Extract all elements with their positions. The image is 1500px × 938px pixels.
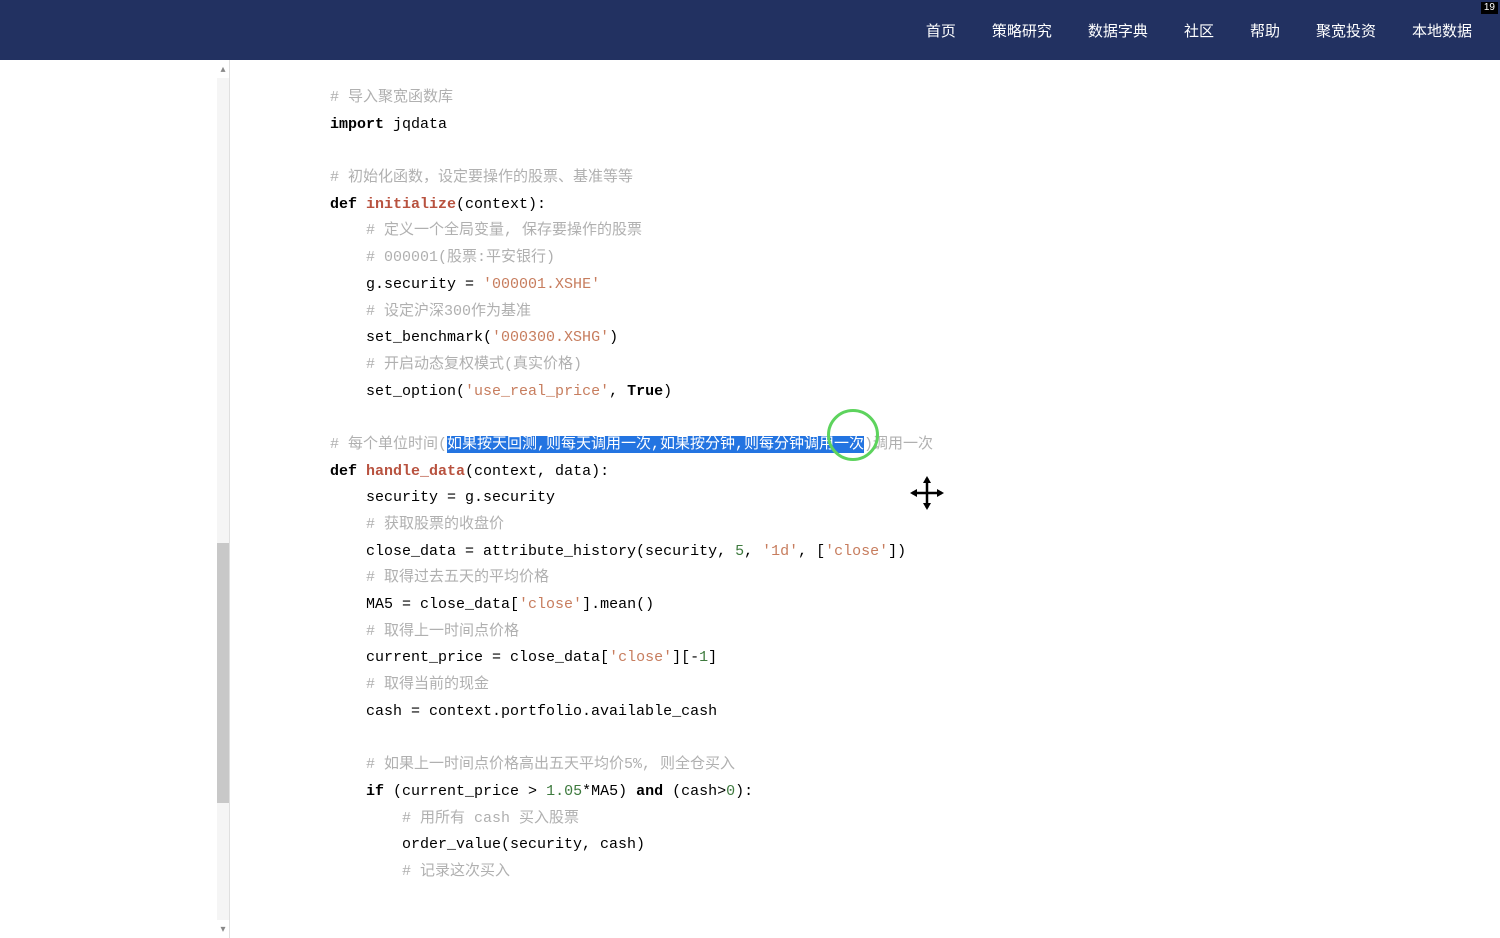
code-line[interactable]: set_benchmark('000300.XSHG') xyxy=(330,325,1500,352)
code-line[interactable]: # 000001(股票:平安银行) xyxy=(330,245,1500,272)
code-line[interactable]: order_value(security, cash) xyxy=(330,832,1500,859)
nav-item-6[interactable]: 本地数据 xyxy=(1394,20,1490,41)
code-line[interactable] xyxy=(330,726,1500,753)
code-line[interactable]: security = g.security xyxy=(330,485,1500,512)
code-line[interactable] xyxy=(330,138,1500,165)
content-wrapper: ▴ ▾ # 导入聚宽函数库import jqdata # 初始化函数，设定要操作… xyxy=(0,60,1500,938)
scroll-up-icon[interactable]: ▴ xyxy=(217,60,229,78)
code-line[interactable]: # 每个单位时间(如果按天回测,则每天调用一次,如果按分钟,则每分钟调用一次)调… xyxy=(330,432,1500,459)
left-sidebar: ▴ ▾ xyxy=(0,60,230,938)
nav-items: 首页策略研究数据字典社区帮助聚宽投资本地数据 xyxy=(908,20,1490,41)
code-line[interactable]: # 定义一个全局变量, 保存要操作的股票 xyxy=(330,218,1500,245)
code-line[interactable]: # 初始化函数，设定要操作的股票、基准等等 xyxy=(330,165,1500,192)
code-line[interactable]: # 获取股票的收盘价 xyxy=(330,512,1500,539)
code-line[interactable]: import jqdata xyxy=(330,112,1500,139)
code-line[interactable]: set_option('use_real_price', True) xyxy=(330,379,1500,406)
code-line[interactable]: def initialize(context): xyxy=(330,192,1500,219)
code-line[interactable]: close_data = attribute_history(security,… xyxy=(330,539,1500,566)
code-line[interactable]: # 取得当前的现金 xyxy=(330,672,1500,699)
code-line[interactable]: # 取得上一时间点价格 xyxy=(330,619,1500,646)
code-editor-area[interactable]: # 导入聚宽函数库import jqdata # 初始化函数，设定要操作的股票、… xyxy=(230,60,1500,938)
nav-item-4[interactable]: 帮助 xyxy=(1232,20,1298,41)
code-line[interactable]: # 导入聚宽函数库 xyxy=(330,85,1500,112)
code-line[interactable]: # 设定沪深300作为基准 xyxy=(330,299,1500,326)
notification-badge[interactable]: 19 xyxy=(1481,2,1498,14)
top-nav-header: 首页策略研究数据字典社区帮助聚宽投资本地数据 19 xyxy=(0,0,1500,60)
code-line[interactable]: cash = context.portfolio.available_cash xyxy=(330,699,1500,726)
nav-item-2[interactable]: 数据字典 xyxy=(1070,20,1166,41)
code-line[interactable]: g.security = '000001.XSHE' xyxy=(330,272,1500,299)
code-line[interactable]: # 记录这次买入 xyxy=(330,859,1500,886)
code-line[interactable]: # 用所有 cash 买入股票 xyxy=(330,806,1500,833)
scrollbar-thumb[interactable] xyxy=(217,543,229,803)
nav-item-5[interactable]: 聚宽投资 xyxy=(1298,20,1394,41)
nav-item-0[interactable]: 首页 xyxy=(908,20,974,41)
nav-item-3[interactable]: 社区 xyxy=(1166,20,1232,41)
code-line[interactable]: MA5 = close_data['close'].mean() xyxy=(330,592,1500,619)
code-line[interactable]: def handle_data(context, data): xyxy=(330,459,1500,486)
code-line[interactable]: # 取得过去五天的平均价格 xyxy=(330,565,1500,592)
scroll-down-icon[interactable]: ▾ xyxy=(217,920,229,938)
code-line[interactable]: # 如果上一时间点价格高出五天平均价5%, 则全仓买入 xyxy=(330,752,1500,779)
code-line[interactable]: if (current_price > 1.05*MA5) and (cash>… xyxy=(330,779,1500,806)
code-line[interactable] xyxy=(330,405,1500,432)
code-line[interactable]: # 开启动态复权模式(真实价格) xyxy=(330,352,1500,379)
scrollbar-track[interactable] xyxy=(217,78,229,920)
code-block[interactable]: # 导入聚宽函数库import jqdata # 初始化函数，设定要操作的股票、… xyxy=(330,85,1500,886)
code-line[interactable]: current_price = close_data['close'][-1] xyxy=(330,645,1500,672)
nav-item-1[interactable]: 策略研究 xyxy=(974,20,1070,41)
